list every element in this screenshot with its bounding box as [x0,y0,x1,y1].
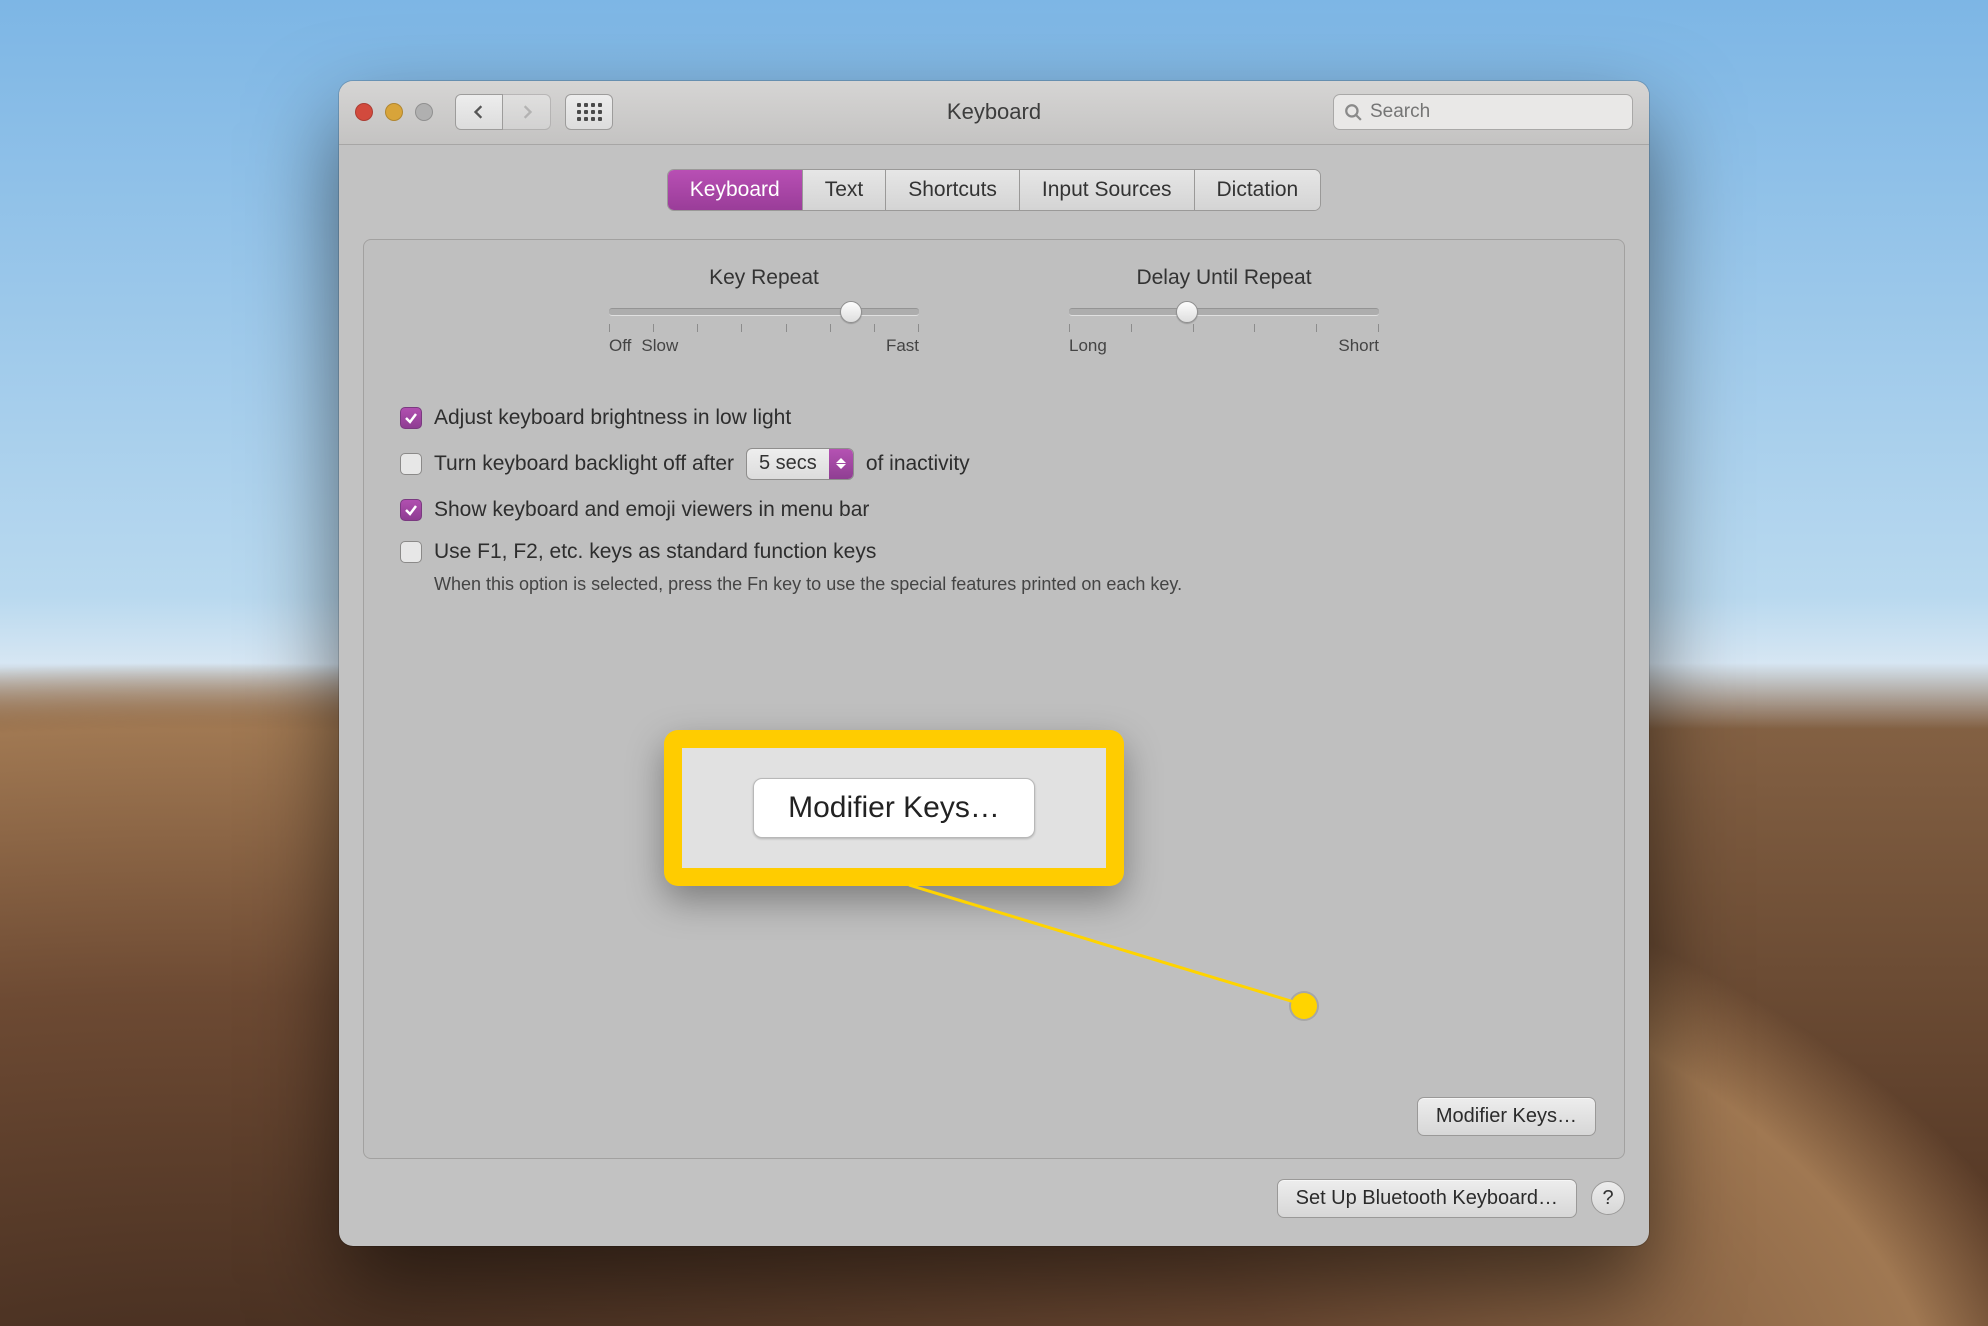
delay-repeat-track[interactable] [1069,308,1379,316]
key-repeat-thumb[interactable] [840,301,862,323]
options-list: Adjust keyboard brightness in low light … [400,406,1588,595]
delay-short-label: Short [1338,336,1379,356]
fn-keys-checkbox[interactable] [400,541,422,563]
close-window-button[interactable] [355,103,373,121]
show-all-button[interactable] [565,94,613,130]
check-icon [404,411,418,425]
minimize-window-button[interactable] [385,103,403,121]
grid-icon [577,103,602,121]
content-area: Keyboard Text Shortcuts Input Sources Di… [339,145,1649,1246]
backlight-checkbox[interactable] [400,453,422,475]
show-viewers-label: Show keyboard and emoji viewers in menu … [434,498,869,522]
delay-repeat-thumb[interactable] [1176,301,1198,323]
nav-back-forward [455,94,551,130]
search-field[interactable] [1333,94,1633,130]
search-icon [1344,103,1362,121]
fn-keys-note: When this option is selected, press the … [434,574,1588,595]
callout-anchor-dot [1291,993,1317,1019]
modifier-keys-button[interactable]: Modifier Keys… [1417,1097,1596,1136]
callout-connector [364,240,1624,1158]
stepper-icon [829,449,853,479]
forward-button[interactable] [503,94,551,130]
callout-highlight: Modifier Keys… [664,730,1124,886]
tab-dictation[interactable]: Dictation [1195,170,1321,210]
setup-bluetooth-button[interactable]: Set Up Bluetooth Keyboard… [1277,1179,1577,1218]
chevron-right-icon [520,105,534,119]
key-repeat-off-label: Off [609,336,631,356]
key-repeat-slider: Key Repeat Off Slow Fast [609,266,919,356]
zoom-window-button[interactable] [415,103,433,121]
opt-brightness-low-light: Adjust keyboard brightness in low light [400,406,1588,430]
check-icon [404,503,418,517]
tab-text[interactable]: Text [803,170,887,210]
tab-keyboard[interactable]: Keyboard [668,170,803,210]
opt-show-viewers: Show keyboard and emoji viewers in menu … [400,498,1588,522]
callout-modifier-keys-button[interactable]: Modifier Keys… [753,778,1035,838]
back-button[interactable] [455,94,503,130]
backlight-suffix: of inactivity [866,452,970,476]
opt-backlight-off: Turn keyboard backlight off after 5 secs… [400,448,1588,480]
help-button[interactable]: ? [1591,1181,1625,1215]
chevron-left-icon [472,105,486,119]
backlight-timeout-select[interactable]: 5 secs [746,448,854,480]
brightness-checkbox[interactable] [400,407,422,429]
search-input[interactable] [1370,101,1622,123]
window-controls [355,103,433,121]
keyboard-panel: Key Repeat Off Slow Fast Delay Until Rep… [363,239,1625,1159]
footer-row: Set Up Bluetooth Keyboard… ? [363,1179,1625,1218]
show-viewers-checkbox[interactable] [400,499,422,521]
titlebar: Keyboard [339,81,1649,145]
delay-long-label: Long [1069,336,1107,356]
tab-input-sources[interactable]: Input Sources [1020,170,1195,210]
tab-shortcuts[interactable]: Shortcuts [886,170,1020,210]
delay-until-repeat-slider: Delay Until Repeat Long Short [1069,266,1379,356]
fn-keys-label: Use F1, F2, etc. keys as standard functi… [434,540,876,564]
backlight-timeout-value: 5 secs [747,452,829,475]
preferences-window: Keyboard Keyboard Text Shortcuts Input S… [339,81,1649,1246]
key-repeat-slow-label: Slow [631,336,886,356]
key-repeat-fast-label: Fast [886,336,919,356]
opt-fn-keys: Use F1, F2, etc. keys as standard functi… [400,540,1588,564]
backlight-prefix: Turn keyboard backlight off after [434,452,734,476]
key-repeat-label: Key Repeat [609,266,919,290]
tabbar: Keyboard Text Shortcuts Input Sources Di… [667,169,1321,211]
key-repeat-track[interactable] [609,308,919,316]
brightness-label: Adjust keyboard brightness in low light [434,406,791,430]
delay-repeat-label: Delay Until Repeat [1069,266,1379,290]
